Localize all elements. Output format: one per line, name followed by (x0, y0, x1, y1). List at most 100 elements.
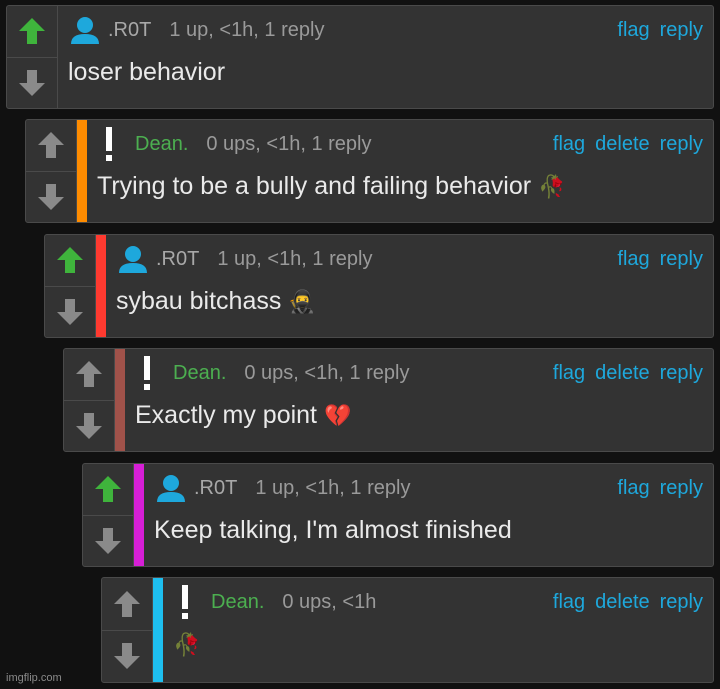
user-avatar-icon[interactable] (154, 474, 188, 502)
reply-link[interactable]: reply (660, 477, 703, 500)
delete-link[interactable]: delete (595, 362, 650, 385)
username[interactable]: .R0T (194, 477, 237, 500)
upvote-button[interactable] (45, 235, 95, 286)
upvote-arrow-icon (19, 18, 45, 45)
comment-stats: 0 ups, <1h (282, 590, 377, 613)
reply-link[interactable]: reply (660, 248, 703, 271)
downvote-button[interactable] (7, 56, 57, 109)
upvote-arrow-icon (38, 132, 64, 159)
upvote-button[interactable] (7, 6, 57, 57)
upvote-button[interactable] (64, 349, 114, 400)
comment-stats: 0 ups, <1h, 1 reply (244, 361, 410, 384)
thread-depth-stripe (115, 349, 125, 451)
flag-link[interactable]: flag (617, 19, 649, 42)
comment: Dean. 0 ups, <1h, 1 reply flag delete re… (25, 119, 714, 223)
comment-body: Dean. 0 ups, <1h, 1 reply flag delete re… (125, 349, 713, 451)
downvote-button[interactable] (26, 170, 76, 223)
downvote-button[interactable] (64, 399, 114, 452)
downvote-arrow-icon (95, 527, 121, 554)
reply-link[interactable]: reply (660, 591, 703, 614)
username[interactable]: Dean. (135, 133, 188, 156)
user-avatar-icon[interactable] (116, 245, 150, 273)
downvote-arrow-icon (38, 183, 64, 210)
reply-link[interactable]: reply (660, 133, 703, 156)
comment-body: .R0T 1 up, <1h, 1 reply flag reply sybau… (106, 235, 713, 337)
upvote-arrow-icon (76, 361, 102, 388)
comment-stats: 1 up, <1h, 1 reply (217, 247, 373, 270)
anonymous-exclamation-icon (182, 585, 188, 619)
comment-meta: .R0T 1 up, <1h, 1 reply flag reply (116, 245, 703, 273)
flag-link[interactable]: flag (553, 591, 585, 614)
comment-text: sybau bitchass 🥷 (116, 287, 316, 315)
vote-column (26, 120, 77, 222)
comment-body: .R0T 1 up, <1h, 1 reply flag reply loser… (58, 6, 713, 108)
vote-column (7, 6, 58, 108)
comment-stats: 1 up, <1h, 1 reply (255, 476, 411, 499)
thread-depth-stripe (153, 578, 163, 682)
comment: Dean. 0 ups, <1h, 1 reply flag delete re… (63, 348, 714, 452)
comment-actions: flag delete reply (553, 591, 703, 614)
anonymous-exclamation-icon (144, 356, 150, 390)
comment-meta: Dean. 0 ups, <1h, 1 reply flag delete re… (97, 127, 703, 161)
downvote-button[interactable] (45, 285, 95, 338)
downvote-button[interactable] (83, 514, 133, 567)
vote-column (83, 464, 134, 566)
thread-depth-stripe (96, 235, 106, 337)
comment-meta: .R0T 1 up, <1h, 1 reply flag reply (68, 16, 703, 44)
comment-stats: 1 up, <1h, 1 reply (169, 18, 325, 41)
username[interactable]: Dean. (211, 591, 264, 614)
comment: .R0T 1 up, <1h, 1 reply flag reply sybau… (44, 234, 714, 338)
downvote-arrow-icon (19, 69, 45, 96)
downvote-button[interactable] (102, 629, 152, 683)
thread-depth-stripe (77, 120, 87, 222)
comment-actions: flag delete reply (553, 362, 703, 385)
upvote-arrow-icon (95, 476, 121, 503)
delete-link[interactable]: delete (595, 591, 650, 614)
upvote-button[interactable] (26, 120, 76, 171)
comment-actions: flag delete reply (553, 133, 703, 156)
vote-column (45, 235, 96, 337)
comment-text: 🥀 (173, 630, 703, 659)
vote-column (64, 349, 115, 451)
imgflip-watermark: imgflip.com (6, 672, 62, 684)
upvote-arrow-icon (57, 247, 83, 274)
comment: .R0T 1 up, <1h, 1 reply flag reply Keep … (82, 463, 714, 567)
flag-link[interactable]: flag (617, 248, 649, 271)
comment-actions: flag reply (617, 477, 703, 500)
user-avatar-icon[interactable] (68, 16, 102, 44)
ninja-emoji: 🥷 (288, 290, 316, 315)
upvote-button[interactable] (102, 578, 152, 630)
comment-text: Exactly my point 💔 (135, 401, 352, 429)
broken-heart-emoji: 💔 (323, 404, 352, 429)
reply-link[interactable]: reply (660, 362, 703, 385)
flag-link[interactable]: flag (617, 477, 649, 500)
comment: Dean. 0 ups, <1h flag delete reply 🥀 (101, 577, 714, 683)
comment-actions: flag reply (617, 19, 703, 42)
comment-meta: .R0T 1 up, <1h, 1 reply flag reply (154, 474, 703, 502)
anonymous-exclamation-icon (106, 127, 112, 161)
upvote-button[interactable] (83, 464, 133, 515)
comment-body: Dean. 0 ups, <1h, 1 reply flag delete re… (87, 120, 713, 222)
wilted-rose-emoji: 🥀 (173, 633, 201, 658)
wilted-rose-emoji: 🥀 (538, 175, 566, 200)
comment-body: .R0T 1 up, <1h, 1 reply flag reply Keep … (144, 464, 713, 566)
comment-actions: flag reply (617, 248, 703, 271)
username[interactable]: .R0T (108, 19, 151, 42)
delete-link[interactable]: delete (595, 133, 650, 156)
comment-text: Trying to be a bully and failing behavio… (97, 172, 566, 200)
thread-depth-stripe (134, 464, 144, 566)
comment-text: Keep talking, I'm almost finished (154, 516, 512, 544)
downvote-arrow-icon (57, 298, 83, 325)
comment-body: Dean. 0 ups, <1h flag delete reply 🥀 (163, 578, 713, 682)
flag-link[interactable]: flag (553, 133, 585, 156)
comment-meta: Dean. 0 ups, <1h, 1 reply flag delete re… (135, 356, 703, 390)
comment: .R0T 1 up, <1h, 1 reply flag reply loser… (6, 5, 714, 109)
vote-column (102, 578, 153, 682)
reply-link[interactable]: reply (660, 19, 703, 42)
downvote-arrow-icon (76, 412, 102, 439)
downvote-arrow-icon (114, 643, 140, 670)
username[interactable]: .R0T (156, 248, 199, 271)
flag-link[interactable]: flag (553, 362, 585, 385)
username[interactable]: Dean. (173, 362, 226, 385)
comment-stats: 0 ups, <1h, 1 reply (206, 132, 372, 155)
